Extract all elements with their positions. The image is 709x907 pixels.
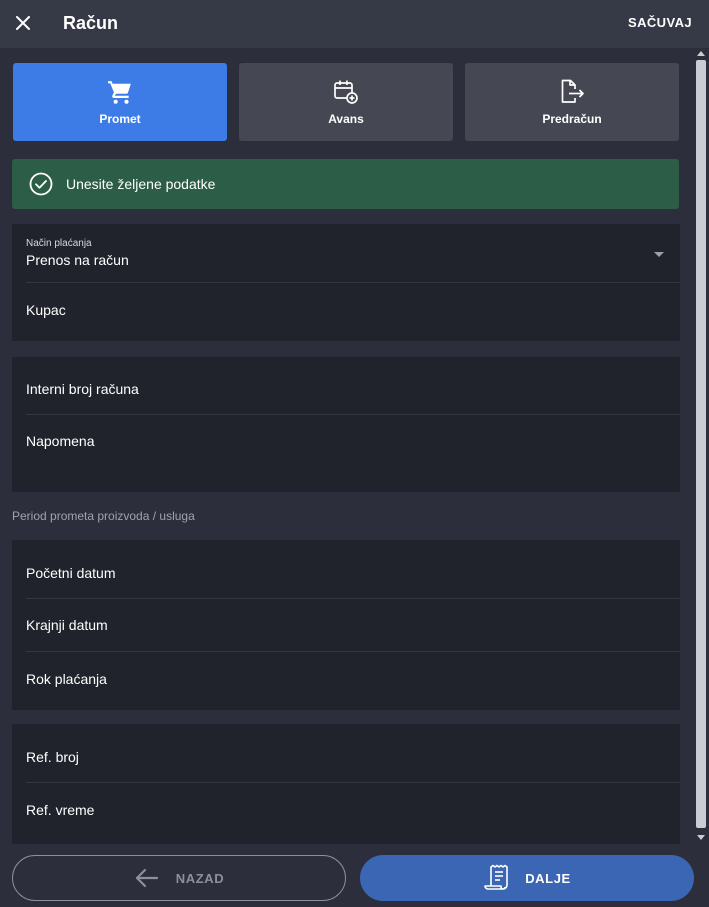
ref-time-field[interactable]: Ref. vreme [26, 783, 680, 836]
internal-number-field[interactable]: Interni broj računa [26, 363, 680, 415]
start-date-label: Početni datum [26, 564, 116, 581]
close-icon [16, 16, 30, 30]
due-date-field[interactable]: Rok plaćanja [26, 652, 680, 705]
scrollbar[interactable] [693, 48, 709, 844]
close-button[interactable] [12, 10, 34, 36]
check-circle-icon [29, 172, 53, 196]
tab-avans[interactable]: Avans [239, 63, 453, 141]
tab-label: Avans [328, 112, 364, 126]
next-button[interactable]: DALJE [360, 855, 694, 901]
status-message: Unesite željene podatke [66, 176, 216, 192]
customer-label: Kupac [26, 302, 66, 318]
reference-card: Ref. broj Ref. vreme [12, 724, 680, 844]
app-header: Račun SAČUVAJ [0, 0, 709, 48]
end-date-label: Krajnji datum [26, 617, 108, 633]
calendar-add-icon [332, 78, 360, 106]
receipt-icon [484, 864, 508, 890]
customer-field[interactable]: Kupac [26, 283, 680, 337]
internal-number-label: Interni broj računa [26, 380, 139, 397]
section-label: Period prometa proizvoda / usluga [12, 509, 195, 523]
tab-promet[interactable]: Promet [13, 63, 227, 141]
chevron-down-icon [654, 252, 664, 257]
invoice-card: Interni broj računa Napomena [12, 357, 680, 492]
payment-method-select[interactable]: Način plaćanja Prenos na račun [26, 224, 680, 283]
cart-icon [106, 78, 134, 106]
note-field[interactable]: Napomena [26, 415, 680, 467]
ref-number-field[interactable]: Ref. broj [26, 731, 680, 783]
arrow-left-icon [135, 868, 158, 888]
save-button[interactable]: SAČUVAJ [628, 15, 692, 30]
end-date-field[interactable]: Krajnji datum [26, 599, 680, 652]
page-title: Račun [63, 13, 119, 33]
document-type-tabs: Promet Avans Predračun [13, 63, 679, 141]
payment-method-value: Prenos na račun [26, 252, 129, 268]
form-content: Promet Avans Predračun Unesite željene p… [0, 48, 693, 844]
tab-label: Promet [99, 112, 141, 126]
start-date-field[interactable]: Početni datum [26, 547, 680, 599]
document-export-icon [558, 78, 586, 106]
scroll-thumb[interactable] [696, 60, 706, 828]
payment-card: Način plaćanja Prenos na račun Kupac [12, 224, 680, 341]
back-label: NAZAD [175, 870, 225, 886]
period-card: Početni datum Krajnji datum Rok plaćanja [12, 540, 680, 710]
payment-method-label: Način plaćanja [26, 238, 92, 249]
ref-number-label: Ref. broj [26, 748, 79, 765]
note-label: Napomena [26, 433, 95, 449]
scroll-up-icon[interactable] [697, 51, 705, 56]
back-button[interactable]: NAZAD [12, 855, 346, 901]
due-date-label: Rok plaćanja [26, 670, 107, 687]
status-banner: Unesite željene podatke [12, 159, 679, 209]
tab-label: Predračun [542, 112, 602, 126]
scroll-down-icon[interactable] [697, 835, 705, 840]
next-label: DALJE [525, 870, 571, 886]
ref-time-label: Ref. vreme [26, 801, 95, 818]
footer-actions: NAZAD DALJE [0, 844, 709, 907]
tab-predracun[interactable]: Predračun [465, 63, 679, 141]
